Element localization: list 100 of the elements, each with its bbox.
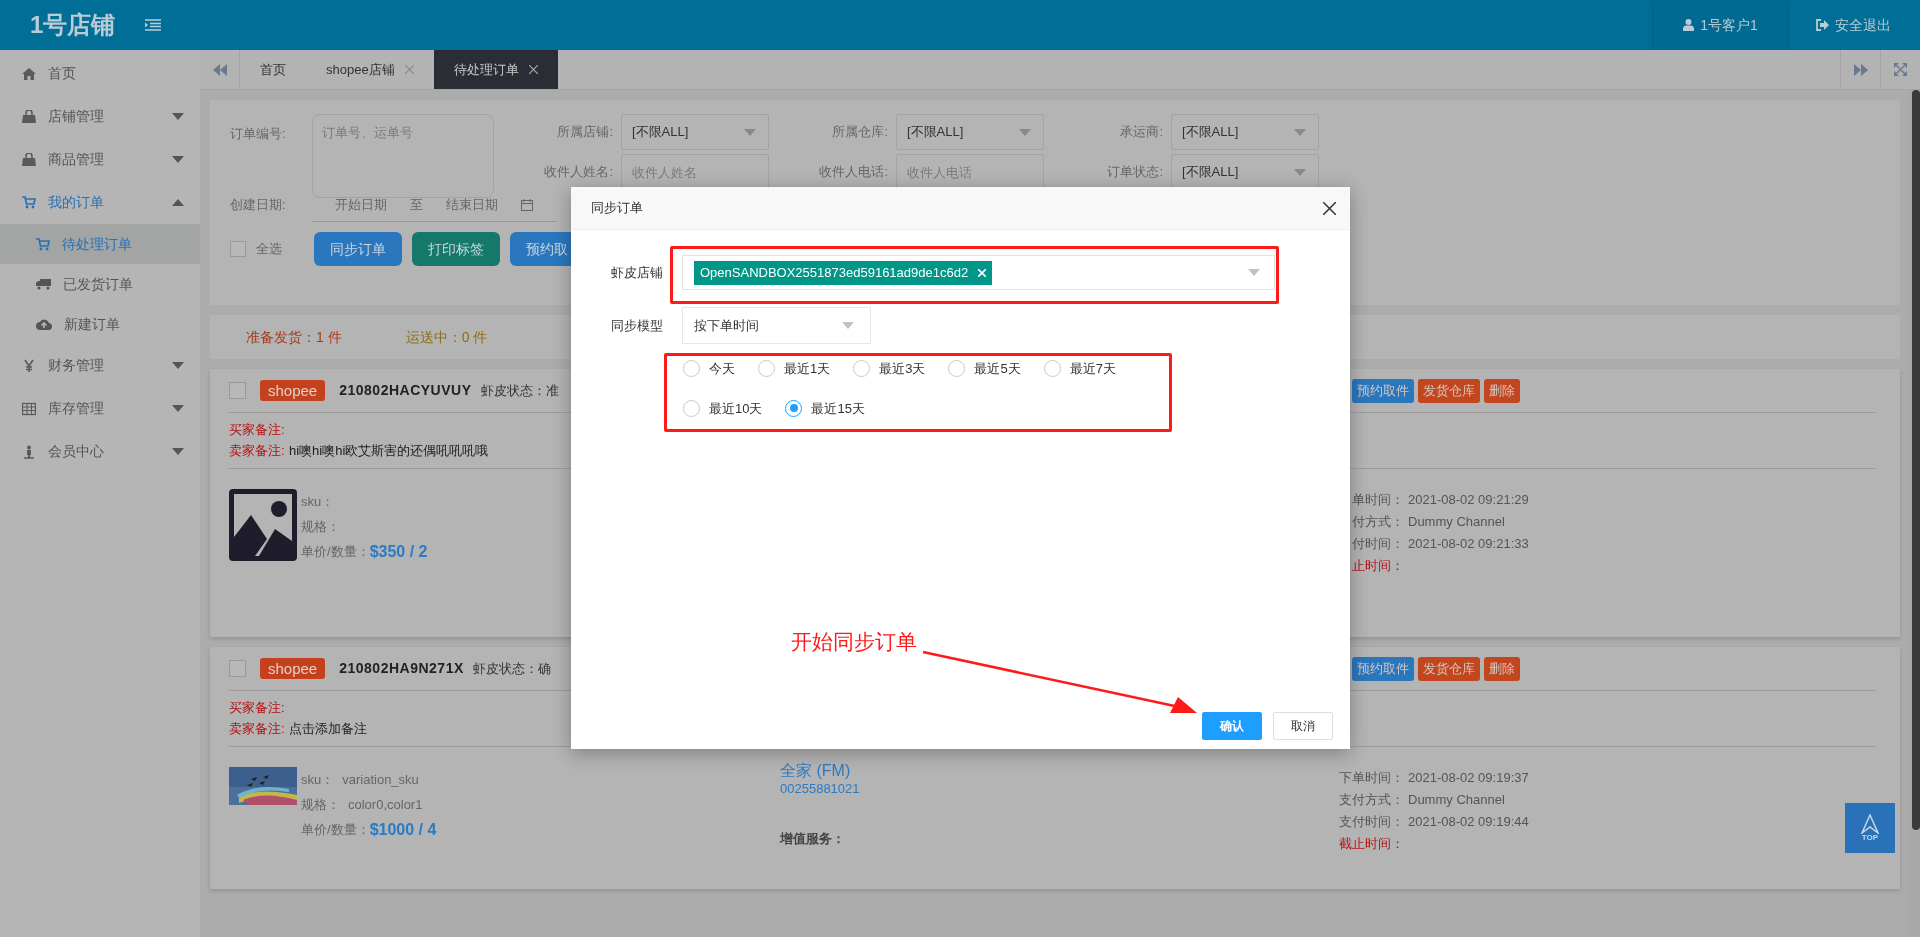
shopping-bag-icon [22, 109, 36, 124]
caret-icon [744, 128, 756, 136]
time-label: 单时间： [1351, 491, 1404, 509]
order-action-button[interactable]: 预约取件 [1352, 378, 1414, 403]
scrollbar-thumb[interactable] [1912, 90, 1920, 830]
remove-icon[interactable] [978, 268, 987, 277]
price-label: 单价/数量： [301, 821, 370, 839]
sidebar-item[interactable]: 会员中心 [0, 430, 200, 473]
carrier-name: 全家 (FM) [780, 761, 851, 781]
radio-label: 最近10天 [709, 399, 763, 418]
store-tag[interactable]: OpenSANDBOX2551873ed59161ad9de1c6d2 [694, 260, 993, 285]
time-label: 付方式： [1351, 513, 1404, 531]
cancel-button[interactable]: 取消 [1273, 712, 1333, 740]
sidebar-subitem[interactable]: 新建订单 [0, 304, 200, 344]
time-value: Dummy Channel [1407, 791, 1505, 809]
shopping-bag-icon [22, 152, 36, 167]
input-field[interactable]: 收件人电话 [896, 154, 1044, 190]
action-button[interactable]: 同步订单 [314, 232, 402, 266]
radio-label: 最近3天 [879, 360, 926, 378]
confirm-button[interactable]: 确认 [1202, 712, 1262, 740]
caret-icon [1294, 128, 1306, 136]
price-quantity: $1000 / 4 [369, 820, 437, 840]
spec-value: color0,color1 [348, 796, 423, 814]
checkbox-label: 全选 [256, 240, 282, 259]
sidebar-item[interactable]: 首页 [0, 52, 200, 95]
cloud-upload-icon [36, 318, 52, 330]
checkbox[interactable] [230, 241, 246, 257]
sidebar-item[interactable]: 我的订单 [0, 181, 200, 224]
action-button[interactable]: 打印标签 [412, 232, 500, 266]
back-to-top-button[interactable]: TOP [1845, 803, 1895, 853]
select-field[interactable]: 按下单时间 [682, 307, 871, 344]
order-action-button[interactable]: 预约取件 [1352, 656, 1414, 681]
caret-icon [172, 156, 184, 163]
select-field[interactable]: [不限ALL] [621, 114, 769, 150]
double-right-icon [1853, 63, 1868, 76]
caret-icon [172, 405, 184, 412]
field-label: 收件人电话: [818, 163, 889, 181]
caret-icon [1294, 168, 1306, 176]
field-label: 所属仓库: [831, 123, 889, 141]
checkbox[interactable] [229, 382, 246, 399]
time-label: 付时间： [1351, 535, 1404, 553]
field-label: 创建日期: [230, 196, 287, 215]
field-label: 同步模型 [611, 316, 664, 335]
sidebar-item[interactable]: 店铺管理 [0, 95, 200, 138]
time-value: 2021-08-02 09:21:29 [1407, 491, 1529, 509]
sidebar-item[interactable]: 财务管理 [0, 344, 200, 387]
field-label: 虾皮店铺 [611, 263, 664, 282]
order-action-button[interactable]: 发货仓库 [1418, 378, 1480, 403]
select-field[interactable]: [不限ALL] [1171, 114, 1319, 150]
user-icon [1683, 19, 1695, 31]
image-placeholder-icon [229, 489, 297, 561]
seller-note: hi噢hi噢hi欧艾斯害的还偶吼吼吼哦 [289, 442, 489, 460]
dialog-title: 同步订单 [591, 199, 644, 218]
caret-icon [172, 448, 184, 455]
app-logo: 1号店铺 [30, 10, 117, 40]
close-icon[interactable] [1323, 201, 1336, 215]
home-icon [22, 66, 36, 81]
tab[interactable]: 首页 [240, 50, 306, 89]
calendar-icon[interactable] [521, 198, 533, 211]
checkbox[interactable] [229, 660, 246, 677]
order-action-button[interactable]: 删除 [1484, 378, 1520, 403]
menu-icon[interactable] [145, 19, 161, 31]
caret-icon [172, 362, 184, 369]
seller-note-label: 卖家备注: [229, 442, 286, 460]
order-count: 运送中：0 件 [405, 327, 488, 347]
person-icon [22, 444, 36, 459]
field-label: 收件人姓名: [543, 163, 614, 181]
order-number: 210802HACYUVUY [339, 381, 472, 400]
table-icon [22, 401, 36, 416]
order-action-button[interactable]: 发货仓库 [1418, 656, 1480, 681]
caret-icon [1248, 269, 1260, 276]
seller-note-label: 卖家备注: [229, 720, 286, 738]
order-action-button[interactable]: 删除 [1484, 656, 1520, 681]
caret-icon [842, 322, 854, 329]
radio-label: 最近1天 [784, 360, 831, 378]
fullscreen-icon [1894, 63, 1907, 76]
sidebar-subitem[interactable]: 待处理订单 [0, 224, 200, 264]
time-label: 下单时间： [1338, 769, 1404, 787]
logout-link[interactable]: 安全退出 [1787, 0, 1920, 50]
radio-label: 最近5天 [974, 360, 1021, 378]
sidebar-item[interactable]: 库存管理 [0, 387, 200, 430]
store-select[interactable]: OpenSANDBOX2551873ed59161ad9de1c6d2 [682, 255, 1275, 290]
tab[interactable]: shopee店铺 [306, 50, 434, 89]
field-label: 订单状态: [1106, 163, 1164, 181]
service-label: 增值服务： [780, 830, 845, 848]
caret-icon [1019, 128, 1031, 136]
cart-icon [36, 237, 50, 251]
select-field[interactable]: [不限ALL] [896, 114, 1044, 150]
platform-badge: shopee [260, 658, 326, 679]
user-menu[interactable]: 1号客户1 [1654, 0, 1787, 50]
close-icon[interactable] [528, 65, 538, 74]
sidebar-subitem[interactable]: 已发货订单 [0, 264, 200, 304]
platform-badge: shopee [260, 380, 326, 401]
tab[interactable]: 待处理订单 [433, 50, 558, 89]
price-quantity: $350 / 2 [369, 542, 428, 562]
sku-value: variation_sku [342, 771, 419, 789]
sidebar-item[interactable]: 商品管理 [0, 138, 200, 181]
sku-label: sku： [301, 771, 335, 789]
time-value: Dummy Channel [1407, 513, 1505, 531]
spec-label: 规格： [301, 518, 340, 536]
